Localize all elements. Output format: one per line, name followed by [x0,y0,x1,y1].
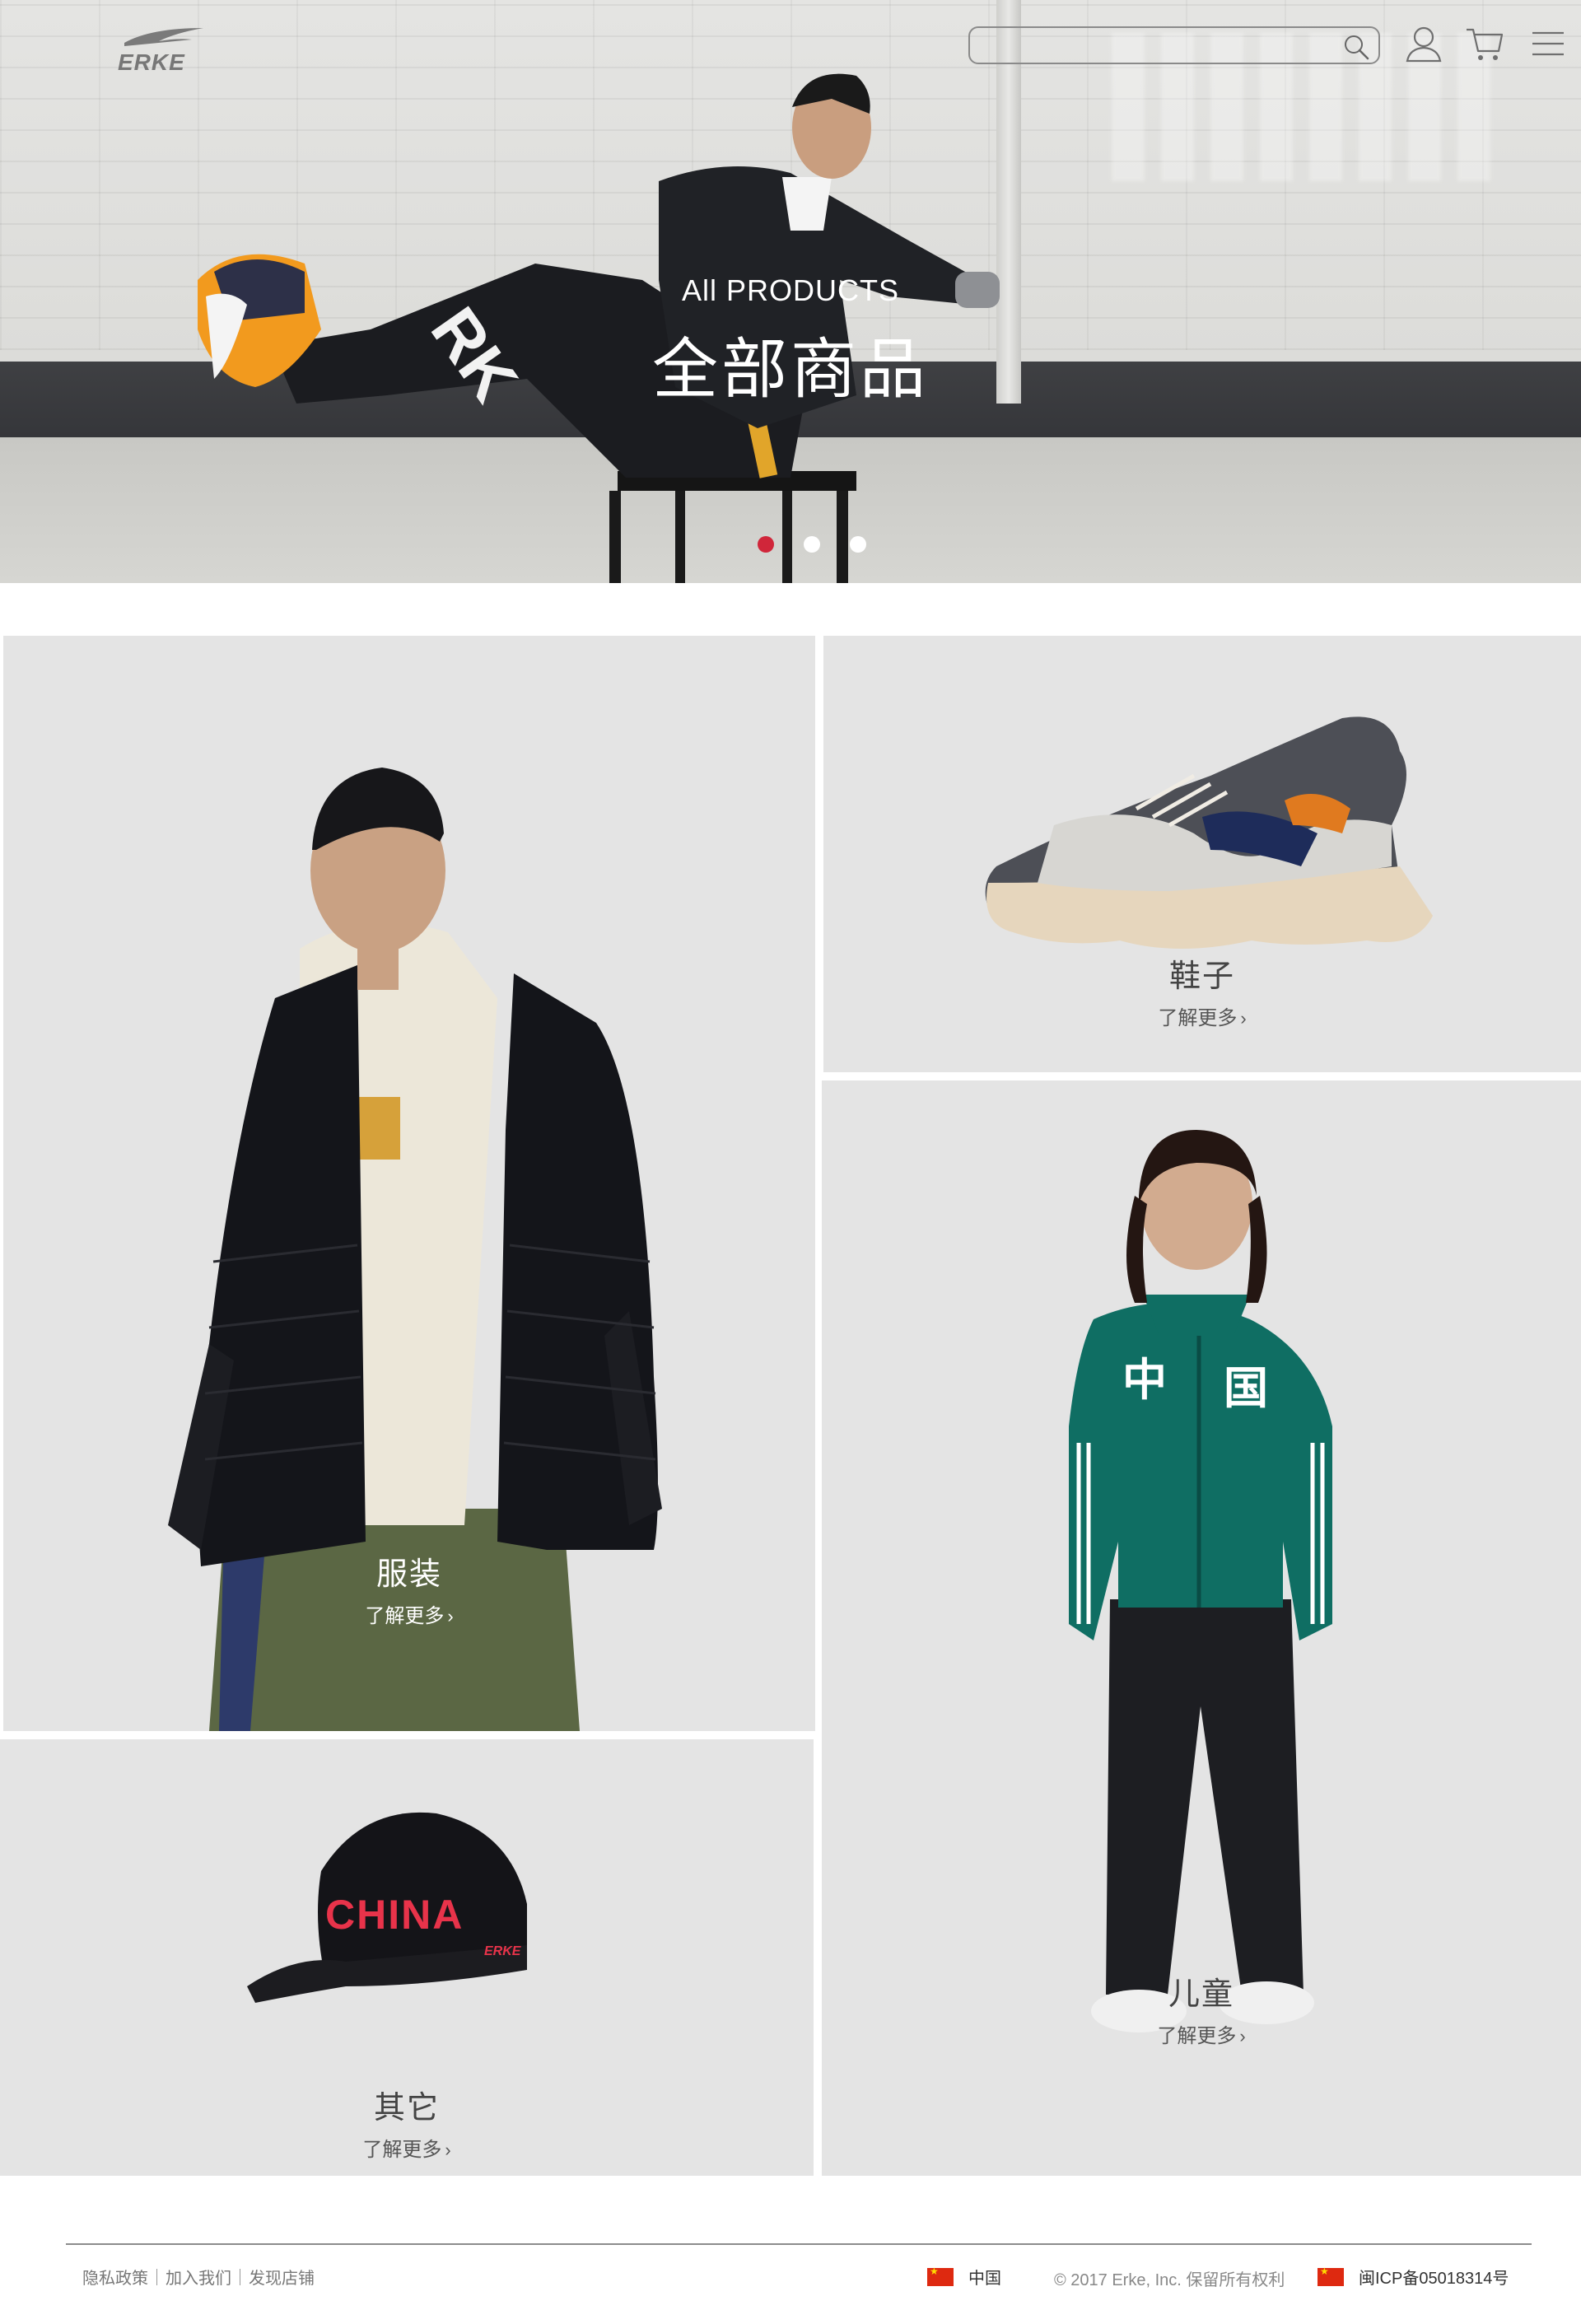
chevron-right-icon: › [1240,1008,1247,1029]
footer-link-privacy[interactable]: 隐私政策 [82,2265,148,2289]
footer-link-join-us[interactable]: 加入我们 [166,2265,231,2289]
svg-text:ERKE: ERKE [484,1944,522,1958]
learn-more-link-other[interactable]: 了解更多 › [0,2133,814,2162]
chevron-right-icon: › [447,1606,454,1626]
carousel-dot-3[interactable] [850,536,866,553]
svg-text:国: 国 [1224,1362,1268,1414]
footer-link-find-store[interactable]: 发现店铺 [249,2265,315,2289]
menu-icon[interactable] [1527,23,1569,64]
tile-label-shoes: 鞋子 [1168,959,1235,994]
footer-links: 隐私政策 加入我们 发现店铺 [82,2265,315,2289]
region-label: 中国 [968,2270,1001,2288]
learn-more-link-clothing[interactable]: 了解更多 › [3,1599,815,1628]
hero-subtitle: All PRODUCTS [681,273,900,307]
svg-text:CHINA: CHINA [325,1892,464,1938]
chevron-right-icon: › [1239,2026,1246,2046]
hero-title: 全部商品 [652,333,929,406]
category-tile-other[interactable]: CHINA ERKE 其它 了解更多 › [0,1739,814,2176]
erke-logo-mark-icon [124,28,203,46]
search-input[interactable] [983,28,1329,63]
hero-banner[interactable]: RK ERKE All PRODUCTS 全部商品 [0,0,1581,583]
footer-separator [156,2268,157,2285]
hero-athlete-image: RK [198,73,1000,583]
search-box[interactable] [968,26,1380,64]
learn-more-link-shoes[interactable]: 了解更多 › [823,1001,1581,1030]
carousel-dot-2[interactable] [804,536,820,553]
svg-text:中: 中 [1122,1354,1167,1406]
icp-label: 闽ICP备05018314号 [1359,2270,1509,2288]
cart-icon[interactable] [1464,23,1505,64]
tile-label-clothing: 服装 [375,1557,442,1592]
copyright-text: © 2017 Erke, Inc. 保留所有权利 [1054,2271,1285,2289]
search-icon[interactable] [1342,33,1370,61]
carousel-dot-1[interactable] [758,536,774,553]
tile-label-other: 其它 [373,2091,440,2126]
category-tile-clothing[interactable]: 服装 了解更多 › [3,636,815,1731]
learn-more-link-kids[interactable]: 了解更多 › [822,2019,1581,2048]
category-tile-shoes[interactable]: 鞋子 了解更多 › [823,636,1581,1072]
logo-text: ERKE [118,49,185,75]
user-icon[interactable] [1403,23,1444,64]
tile-label-kids: 儿童 [1168,1977,1234,2012]
icp-license[interactable]: 闽ICP备05018314号 [1318,2265,1509,2289]
footer-divider [66,2243,1532,2245]
region-selector[interactable]: 中国 [927,2265,1001,2289]
china-flag-icon [927,2266,954,2286]
erke-logo[interactable]: ERKE [118,23,208,75]
china-flag-icon [1318,2266,1344,2286]
chevron-right-icon: › [445,2140,451,2160]
carousel-dots [0,536,1581,553]
category-tile-kids[interactable]: 中 国 儿童 了解更多 › [822,1080,1581,2176]
